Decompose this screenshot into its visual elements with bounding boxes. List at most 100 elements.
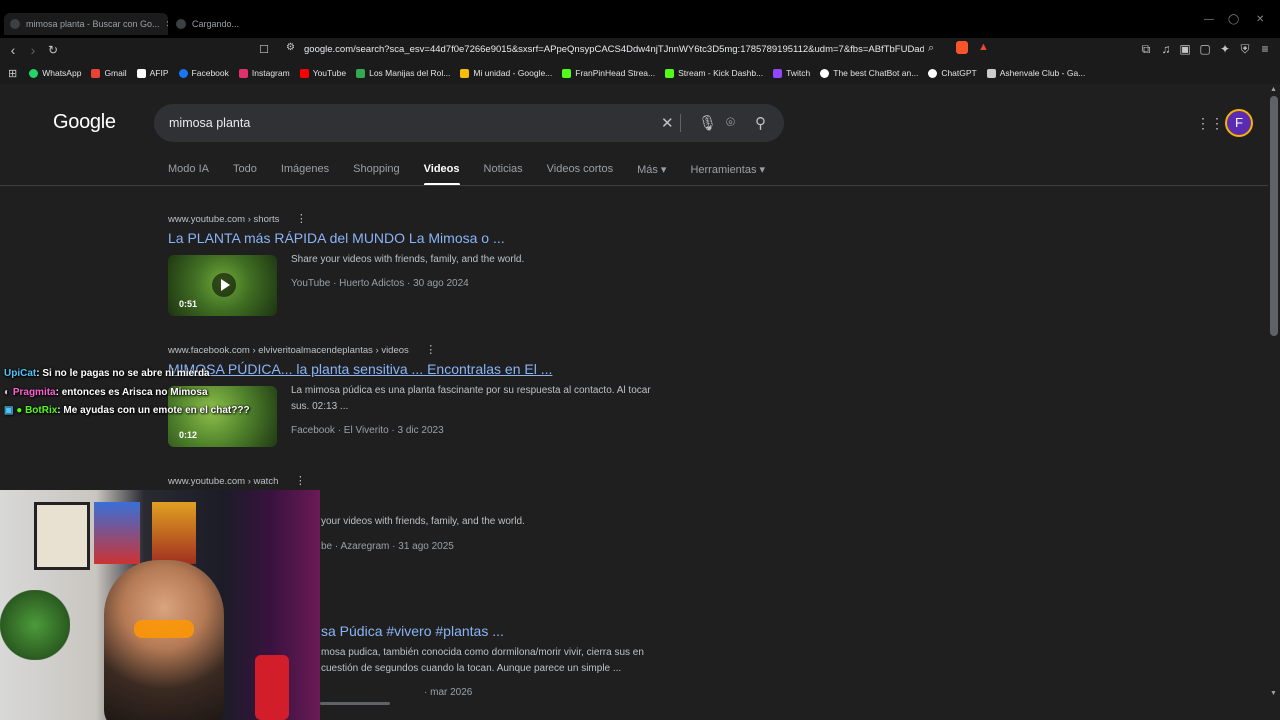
- address-bar[interactable]: ⚙ google.com/search?sca_esv=44d7f0e7266e…: [278, 39, 998, 60]
- tab-mas[interactable]: Más ▾: [637, 163, 666, 176]
- bookmark-label: Instagram: [251, 68, 290, 78]
- bookmark-gmail[interactable]: Gmail: [91, 68, 127, 78]
- site-info-icon[interactable]: ⚙: [286, 42, 295, 53]
- search-box[interactable]: mimosa planta ✕ 🎙 ⌾ ⚲: [154, 104, 784, 142]
- image-search-icon[interactable]: ⌾: [726, 114, 735, 131]
- result-meta: · mar 2026: [424, 687, 473, 698]
- forward-icon[interactable]: ›: [24, 41, 42, 59]
- youtube-icon: [299, 68, 309, 78]
- bookmark-los-manijas[interactable]: Los Manijas del Rol...: [356, 68, 450, 78]
- tab-title: mimosa planta - Buscar con Go...: [26, 19, 160, 29]
- header-divider: [0, 185, 1268, 186]
- result-title[interactable]: La PLANTA más RÁPIDA del MUNDO La Mimosa…: [168, 230, 505, 246]
- video-duration: 0:12: [179, 430, 198, 440]
- bookmark-label: Ashenvale Club - Ga...: [999, 68, 1086, 78]
- tab-google-search[interactable]: mimosa planta - Buscar con Go... ✕: [4, 13, 168, 35]
- bookmark-label: AFIP: [149, 68, 169, 78]
- bookmark-facebook[interactable]: Facebook: [178, 68, 229, 78]
- instagram-icon: [238, 68, 248, 78]
- voice-search-icon[interactable]: 🎙: [698, 114, 717, 132]
- close-window-icon[interactable]: ✕: [1256, 14, 1264, 25]
- scrollbar-thumb[interactable]: [1270, 96, 1278, 336]
- verified-badge-icon: ●: [13, 405, 26, 416]
- twitch-icon: [773, 68, 783, 78]
- chat-username: UpiCat: [4, 368, 37, 379]
- drive-icon: [460, 68, 470, 78]
- bookmark-afip[interactable]: AFIP: [136, 68, 169, 78]
- brave-shields-icon[interactable]: [956, 41, 968, 54]
- poster-image: [34, 502, 90, 570]
- result-title[interactable]: sa Púdica #vivero #plantas ...: [321, 623, 504, 639]
- result-site[interactable]: www.youtube.com › shorts: [168, 214, 279, 225]
- extensions-icon[interactable]: ⧉: [1138, 42, 1154, 57]
- horizontal-scroll-thumb[interactable]: [320, 702, 390, 705]
- rewards-icon[interactable]: ▲: [978, 41, 989, 53]
- tab-herramientas[interactable]: Herramientas ▾: [690, 163, 765, 176]
- back-icon[interactable]: ‹: [4, 41, 22, 59]
- bookmark-ashenvale[interactable]: Ashenvale Club - Ga...: [986, 68, 1086, 78]
- scroll-down-icon[interactable]: ▼: [1270, 690, 1277, 697]
- leo-ai-icon[interactable]: ✦: [1217, 42, 1233, 56]
- bookmark-youtube[interactable]: YouTube: [299, 68, 346, 78]
- bookmark-whatsapp[interactable]: WhatsApp: [29, 68, 81, 78]
- url-text[interactable]: google.com/search?sca_esv=44d7f0e7266e90…: [304, 44, 924, 55]
- video-thumbnail[interactable]: 0:51: [168, 255, 277, 316]
- result-snippet: Share your videos with friends, family, …: [291, 254, 525, 265]
- browser-toolbar: ‹ › ↻ ☐ ⚙ google.com/search?sca_esv=44d7…: [0, 38, 1280, 62]
- reload-icon[interactable]: ↻: [44, 41, 62, 59]
- zoom-icon[interactable]: ⌕: [928, 42, 934, 55]
- tab-shopping[interactable]: Shopping: [353, 163, 400, 176]
- wallet-icon[interactable]: ▢: [1197, 42, 1213, 56]
- bookmark-label: WhatsApp: [42, 68, 82, 78]
- video-duration: 0:51: [179, 299, 198, 309]
- chat-message: ▣ ● BotRix: Me ayudas con un emote en el…: [4, 405, 250, 416]
- bookmark-google-drive[interactable]: Mi unidad - Google...: [460, 68, 552, 78]
- more-options-icon[interactable]: ⋮: [296, 213, 307, 225]
- media-icon[interactable]: ♫: [1158, 42, 1174, 56]
- result-title[interactable]: MIMOSA PÚDICA... la planta sensitiva ...…: [168, 361, 552, 377]
- apps-grid-icon[interactable]: ⊞: [8, 67, 17, 80]
- bookmark-twitch[interactable]: Twitch: [773, 68, 810, 78]
- tab-videos-cortos[interactable]: Videos cortos: [547, 163, 613, 176]
- result-site[interactable]: www.facebook.com › elviveritoalmacendepl…: [168, 345, 409, 356]
- result-snippet: mosa pudica, también conocida como dormi…: [321, 647, 644, 674]
- bookmark-label: Facebook: [191, 68, 229, 78]
- tab-title: Cargando...: [192, 19, 240, 29]
- more-options-icon[interactable]: ⋮: [295, 475, 306, 487]
- bookmark-icon[interactable]: ☐: [255, 41, 273, 59]
- more-options-icon[interactable]: ⋮: [425, 344, 436, 356]
- scroll-up-icon[interactable]: ▲: [1270, 86, 1277, 93]
- menu-icon[interactable]: ≡: [1257, 42, 1273, 56]
- bookmark-kick-stream[interactable]: FranPinHead Strea...: [562, 68, 655, 78]
- google-logo[interactable]: Google: [53, 111, 116, 134]
- sidebar-icon[interactable]: ▣: [1177, 42, 1193, 56]
- result-meta: YouTube · Huerto Adictos · 30 ago 2024: [291, 278, 469, 289]
- minimize-icon[interactable]: —: [1204, 14, 1214, 25]
- chat-message: ◐ Pragmita: entonces es Arisca no Mimosa: [4, 387, 208, 398]
- chatbot-icon: [820, 68, 830, 78]
- close-tab-icon[interactable]: ✕: [166, 19, 168, 30]
- result-site[interactable]: www.youtube.com › watch: [168, 476, 278, 487]
- sunglasses: [134, 620, 194, 638]
- tab-videos[interactable]: Videos: [423, 163, 460, 186]
- search-divider: [680, 114, 681, 132]
- account-avatar[interactable]: F: [1225, 109, 1253, 137]
- tab-todo[interactable]: Todo: [233, 163, 257, 176]
- bookmark-chatbot[interactable]: The best ChatBot an...: [820, 68, 918, 78]
- tab-noticias[interactable]: Noticias: [484, 163, 523, 176]
- bookmark-instagram[interactable]: Instagram: [238, 68, 290, 78]
- ashenvale-icon: [986, 68, 996, 78]
- search-icon[interactable]: ⚲: [755, 114, 766, 132]
- vpn-icon[interactable]: ⛨: [1237, 42, 1253, 57]
- tab-imagenes[interactable]: Imágenes: [281, 163, 329, 176]
- microphone: [255, 655, 289, 720]
- bookmark-kick-dashboard[interactable]: Stream - Kick Dashb...: [665, 68, 763, 78]
- search-input[interactable]: mimosa planta: [169, 116, 250, 130]
- whatsapp-icon: [29, 68, 39, 78]
- tab-loading[interactable]: Cargando...: [170, 13, 326, 35]
- tab-modo-ia[interactable]: Modo IA: [168, 163, 209, 176]
- bookmark-label: FranPinHead Strea...: [575, 68, 656, 78]
- maximize-icon[interactable]: ◯: [1228, 14, 1239, 25]
- bookmark-chatgpt[interactable]: ChatGPT: [928, 68, 977, 78]
- clear-search-icon[interactable]: ✕: [661, 114, 674, 132]
